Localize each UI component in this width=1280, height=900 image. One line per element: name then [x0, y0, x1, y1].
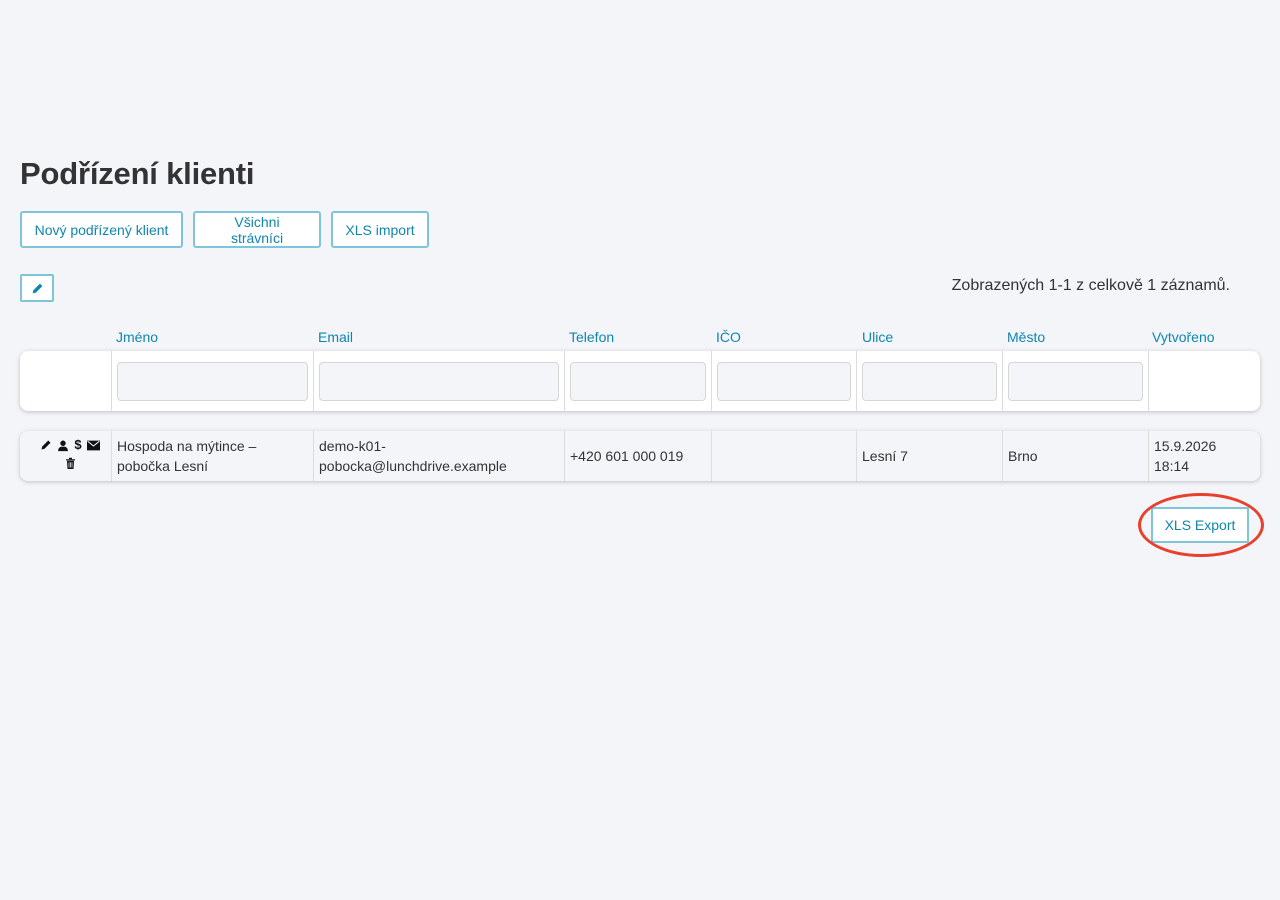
column-divider — [1148, 431, 1149, 481]
filter-row — [20, 351, 1260, 411]
envelope-icon[interactable] — [86, 440, 100, 451]
column-header-phone[interactable]: Telefon — [569, 329, 614, 345]
filter-street-input[interactable] — [862, 362, 997, 401]
column-divider — [1002, 351, 1003, 411]
column-divider — [111, 351, 112, 411]
created-date: 15.9.2026 — [1154, 438, 1217, 454]
xls-export-button[interactable]: XLS Export — [1151, 507, 1249, 543]
column-header-email[interactable]: Email — [318, 329, 353, 345]
cell-phone: +420 601 000 019 — [570, 448, 684, 464]
cell-email: demo-k01- pobocka@lunchdrive.example — [319, 431, 559, 481]
column-divider — [1002, 431, 1003, 481]
cell-city: Brno — [1008, 448, 1038, 464]
filter-phone-input[interactable] — [570, 362, 706, 401]
column-header-created[interactable]: Vytvořeno — [1152, 329, 1215, 345]
column-divider — [856, 351, 857, 411]
new-subclient-button[interactable]: Nový podřízený klient — [20, 211, 183, 248]
user-icon[interactable] — [57, 439, 69, 452]
records-summary: Zobrazených 1-1 z celkově 1 záznamů. — [951, 277, 1230, 294]
name-line: Hospoda na mýtince – — [117, 438, 257, 454]
column-divider — [711, 351, 712, 411]
pencil-icon[interactable] — [40, 439, 52, 451]
column-divider — [564, 431, 565, 481]
email-line: demo-k01- — [319, 438, 386, 454]
column-header-street[interactable]: Ulice — [862, 329, 893, 345]
cell-ico — [717, 431, 851, 481]
edit-columns-button[interactable] — [20, 274, 54, 302]
cell-name: Hospoda na mýtince – pobočka Lesní — [117, 431, 307, 481]
all-diners-button[interactable]: Všichni strávníci — [193, 211, 321, 248]
name-line: pobočka Lesní — [117, 458, 209, 474]
row-actions: $ — [34, 436, 106, 472]
page-title: Podřízení klienti — [20, 156, 255, 191]
column-divider — [1148, 351, 1149, 411]
column-header-name[interactable]: Jméno — [116, 329, 158, 345]
cell-created: 15.9.2026 18:14 — [1154, 431, 1258, 481]
column-divider — [711, 431, 712, 481]
filter-city-input[interactable] — [1008, 362, 1143, 401]
cell-street: Lesní 7 — [862, 448, 908, 464]
column-divider — [111, 431, 112, 481]
email-line: pobocka@lunchdrive.example — [319, 458, 507, 474]
xls-import-button[interactable]: XLS import — [331, 211, 429, 248]
filter-name-input[interactable] — [117, 362, 308, 401]
column-header-city[interactable]: Město — [1007, 329, 1045, 345]
table-row: $ Hospoda na mýtince – pobočka Lesní dem… — [20, 431, 1260, 481]
column-header-ico[interactable]: IČO — [716, 329, 741, 345]
filter-ico-input[interactable] — [717, 362, 851, 401]
dollar-icon[interactable]: $ — [74, 438, 81, 452]
column-divider — [313, 351, 314, 411]
created-time: 18:14 — [1154, 458, 1190, 474]
column-divider — [313, 431, 314, 481]
column-divider — [856, 431, 857, 481]
trash-icon[interactable] — [65, 457, 76, 469]
column-divider — [564, 351, 565, 411]
filter-email-input[interactable] — [319, 362, 559, 401]
pencil-icon — [32, 283, 42, 293]
